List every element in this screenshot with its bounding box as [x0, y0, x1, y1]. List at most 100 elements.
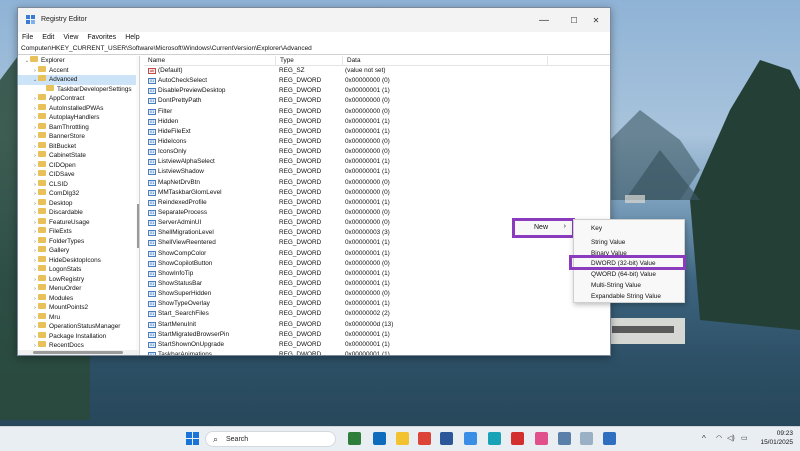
tree-node[interactable]: › Modules [18, 293, 139, 304]
tree-node[interactable]: › BitBucket [18, 141, 139, 152]
menu-help[interactable]: Help [125, 32, 139, 43]
tree-node[interactable]: › MountPoints2 [18, 303, 139, 313]
tree-node[interactable]: › CIDOpen [18, 160, 139, 171]
value-row[interactable]: 01 Hidden REG_DWORD 0x00000001 (1) [144, 117, 610, 127]
tree-node[interactable]: › AppContract [18, 94, 139, 104]
windows-start-icon[interactable] [186, 432, 199, 445]
value-row[interactable]: 01 ShowTypeOverlay REG_DWORD 0x00000001 (1) [144, 299, 610, 309]
edge-icon[interactable] [373, 432, 386, 445]
music-icon[interactable] [535, 432, 548, 445]
tree-node[interactable]: › AutoInstalledPWAs [18, 103, 139, 114]
tree-node[interactable]: › Desktop [18, 198, 139, 209]
tree-node[interactable]: › CabinetState [18, 151, 139, 161]
value-row[interactable]: 01 IconsOnly REG_DWORD 0x00000000 (0) [144, 147, 610, 157]
photos-icon[interactable] [488, 432, 501, 445]
control-panel-icon[interactable] [558, 432, 571, 445]
value-row[interactable]: ab (Default) REG_SZ (value not set) [144, 66, 610, 76]
system-clock[interactable]: 09:23 15/01/2025 [760, 429, 793, 447]
tree-node[interactable]: › MenuOrder [18, 284, 139, 294]
menu-edit[interactable]: Edit [42, 32, 54, 43]
chrome-icon[interactable] [440, 432, 453, 445]
minimize-button[interactable]: — [529, 8, 559, 32]
tree-node[interactable]: ⌄ Advanced [18, 75, 139, 85]
value-row[interactable]: 01 StartMigratedBrowserPin REG_DWORD 0x0000… [144, 330, 610, 340]
close-button[interactable]: ✕ [581, 8, 610, 32]
tree-vertical-scrollbar[interactable] [136, 56, 139, 355]
wifi-icon[interactable]: ◠ [716, 434, 722, 442]
scroll-thumb[interactable] [137, 204, 139, 248]
volume-icon[interactable]: ◁) [727, 434, 735, 442]
submenu-item[interactable]: QWORD (64-bit) Value [591, 271, 656, 278]
value-row[interactable]: 01 Start_SearchFiles REG_DWORD 0x00000002 (… [144, 309, 610, 319]
file-explorer-icon[interactable] [418, 432, 431, 445]
acrobat-icon[interactable] [511, 432, 524, 445]
address-bar[interactable]: Computer\HKEY_CURRENT_USER\Software\Micr… [18, 43, 610, 55]
column-header-type[interactable]: Type [276, 56, 343, 65]
value-row[interactable]: 01 ShowSuperHidden REG_DWORD 0x00000000 (0) [144, 289, 610, 299]
submenu-item[interactable]: String Value [591, 239, 625, 246]
tree-node[interactable]: › Mru [18, 312, 139, 323]
value-row[interactable]: 01 ShowInfoTip REG_DWORD 0x00000001 (1) [144, 269, 610, 279]
value-row[interactable]: 01 HideFileExt REG_DWORD 0x00000001 (1) [144, 127, 610, 137]
paint-icon[interactable] [580, 432, 593, 445]
tree-node[interactable]: › LogonStats [18, 265, 139, 275]
value-row[interactable]: 01 Filter REG_DWORD 0x00000000 (0) [144, 107, 610, 117]
tree-node[interactable]: › Gallery [18, 246, 139, 256]
tree-node[interactable]: › HideDesktopIcons [18, 255, 139, 266]
tree-node[interactable]: › Package Installation [18, 331, 139, 342]
outlook-icon[interactable] [396, 432, 409, 445]
key-tree-pane[interactable]: ⌄ Explorer › Accent ⌄ Advanced TaskbarDevelope… [18, 56, 140, 355]
submenu-item[interactable]: Key [591, 225, 602, 232]
tree-node[interactable]: › BannerStore [18, 132, 139, 142]
submenu-item[interactable]: Expandable String Value [591, 293, 661, 300]
title-bar[interactable]: Registry Editor — ☐ ✕ [18, 8, 610, 32]
tree-node[interactable]: › ComDlg32 [18, 189, 139, 199]
task-view-icon[interactable] [348, 432, 361, 445]
value-row[interactable]: 01 AutoCheckSelect REG_DWORD 0x00000000 (0) [144, 76, 610, 86]
value-name: Hidden [158, 117, 179, 125]
tree-node[interactable]: › Discardable [18, 208, 139, 218]
tree-node[interactable]: › FileExts [18, 227, 139, 237]
tree-node[interactable]: › OperationStatusManager [18, 322, 139, 332]
value-row[interactable]: 01 DisablePreviewDesktop REG_DWORD 0x000000… [144, 86, 610, 96]
tree-node[interactable]: › FeatureUsage [18, 217, 139, 228]
tree-node[interactable]: › FolderTypes [18, 236, 139, 247]
word-icon[interactable] [464, 432, 477, 445]
value-row[interactable]: 01 ListviewShadow REG_DWORD 0x00000001 (1) [144, 167, 610, 177]
scroll-thumb[interactable] [33, 351, 123, 354]
value-row[interactable]: 01 MapNetDrvBtn REG_DWORD 0x00000000 (0) [144, 178, 610, 188]
value-row[interactable]: 01 StartMenuInit REG_DWORD 0x0000000d (13) [144, 320, 610, 330]
regedit-icon[interactable] [603, 432, 616, 445]
tray-overflow-chevron[interactable]: ^ [702, 434, 706, 443]
menu-file[interactable]: File [22, 32, 33, 43]
value-row[interactable]: 01 MMTaskbarGlomLevel REG_DWORD 0x00000000 … [144, 188, 610, 198]
value-row[interactable]: 01 HideIcons REG_DWORD 0x00000000 (0) [144, 137, 610, 147]
tree-node[interactable]: › Accent [18, 65, 139, 76]
tree-node[interactable]: › LowRegistry [18, 274, 139, 285]
tree-node[interactable]: TaskbarDeveloperSettings [18, 84, 139, 95]
value-row[interactable]: 01 ShellViewReentered REG_DWORD 0x00000001 … [144, 238, 610, 248]
value-row[interactable]: 01 SeparateProcess REG_DWORD 0x00000000 (0) [144, 208, 610, 218]
tree-node[interactable]: › AutoplayHandlers [18, 113, 139, 123]
tree-node[interactable]: › BamThrottling [18, 122, 139, 133]
column-header-name[interactable]: Name [144, 56, 276, 65]
tree-node[interactable]: › CIDSave [18, 170, 139, 180]
value-row[interactable]: 01 ShowStatusBar REG_DWORD 0x00000001 (1) [144, 279, 610, 289]
menu-view[interactable]: View [63, 32, 78, 43]
battery-icon[interactable]: ▭ [741, 434, 748, 442]
values-pane[interactable]: Name Type Data ab (Default) REG_SZ (value n… [144, 56, 610, 355]
tree-node[interactable]: ⌄ Explorer [18, 56, 139, 66]
taskbar-search-box[interactable]: ⌕ Search [205, 431, 336, 447]
value-row[interactable]: 01 TaskbarAnimations REG_DWORD 0x00000001 (… [144, 350, 610, 355]
value-row[interactable]: 01 ListviewAlphaSelect REG_DWORD 0x00000001… [144, 157, 610, 167]
submenu-item[interactable]: Multi-String Value [591, 282, 641, 289]
column-header-data[interactable]: Data [343, 56, 548, 65]
value-row[interactable]: 01 StartShownOnUpgrade REG_DWORD 0x00000001… [144, 340, 610, 350]
value-row[interactable]: 01 ShowCompColor REG_DWORD 0x00000001 (1) [144, 249, 610, 259]
menu-favorites[interactable]: Favorites [87, 32, 116, 43]
tree-node[interactable]: › CLSID [18, 179, 139, 190]
value-row[interactable]: 01 ShowCopilotButton REG_DWORD 0x00000000 (… [144, 259, 610, 269]
value-row[interactable]: 01 DontPrettyPath REG_DWORD 0x00000000 (0) [144, 96, 610, 106]
value-row[interactable]: 01 ReindexedProfile REG_DWORD 0x00000001 (1… [144, 198, 610, 208]
tree-horizontal-scrollbar[interactable] [18, 350, 139, 355]
